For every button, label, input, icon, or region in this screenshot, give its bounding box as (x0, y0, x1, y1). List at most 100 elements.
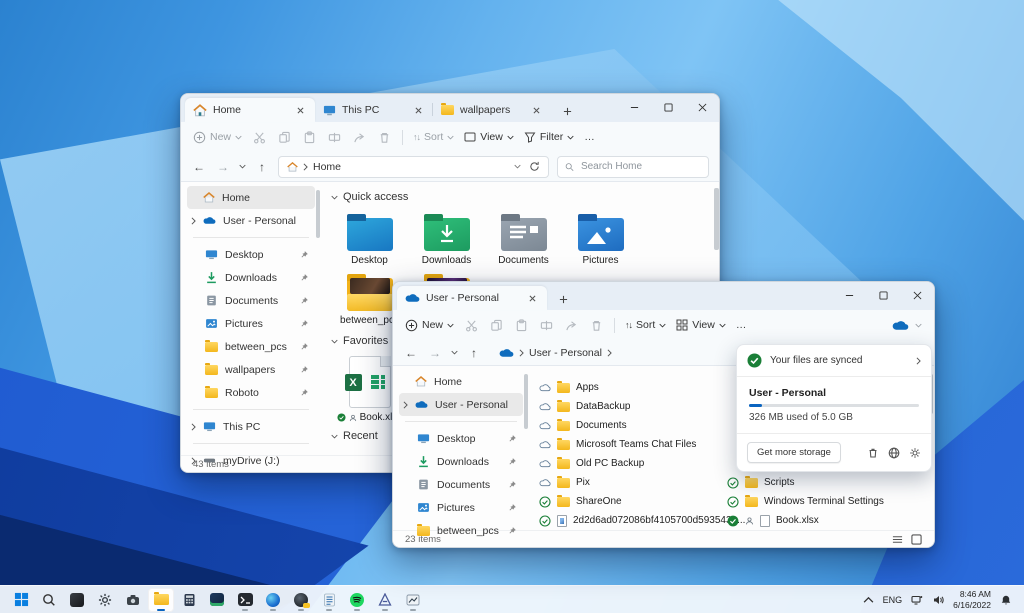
recent-locations-icon[interactable] (239, 164, 246, 169)
sidebar-item-pictures[interactable]: Pictures (187, 312, 315, 335)
sidebar-item-this-pc[interactable]: This PC (187, 415, 315, 438)
globe-icon[interactable] (888, 447, 900, 459)
folder-item-downloads[interactable]: Downloads (408, 206, 485, 266)
file-row[interactable]: Windows Terminal Settings (727, 492, 884, 511)
taskbar-photos-app[interactable] (64, 588, 90, 612)
view-button[interactable]: View (676, 319, 726, 331)
tab-user-personal[interactable]: User - Personal (397, 286, 547, 310)
delete-icon[interactable] (589, 318, 604, 333)
expand-chevron-icon[interactable] (191, 217, 196, 225)
file-row[interactable]: DataBackup (539, 397, 630, 416)
thumbnails-view-icon[interactable] (911, 534, 922, 545)
filter-button[interactable]: Filter (524, 131, 574, 143)
taskbar-search-button[interactable] (36, 588, 62, 612)
share-icon[interactable] (352, 130, 367, 145)
taskbar-settings-app[interactable] (92, 588, 118, 612)
details-view-icon[interactable] (892, 534, 903, 545)
section-quick-access[interactable]: Quick access (331, 188, 709, 206)
sidebar-item-home[interactable]: Home (187, 186, 315, 209)
taskbar-spotify-app[interactable] (344, 588, 370, 612)
sidebar-item-between-pcs[interactable]: between_pcs (399, 519, 523, 542)
sort-button[interactable]: ↑↓ Sort (413, 131, 454, 143)
tab-close-icon[interactable] (411, 103, 425, 117)
sidebar-item-downloads[interactable]: Downloads (399, 450, 523, 473)
more-button[interactable]: … (584, 131, 595, 143)
breadcrumb[interactable]: User - Personal (529, 347, 602, 359)
content-scrollbar[interactable] (714, 188, 719, 250)
recycle-bin-icon[interactable] (867, 447, 879, 459)
sort-button[interactable]: ↑↓ Sort (625, 319, 666, 331)
cut-icon[interactable] (464, 318, 479, 333)
close-button[interactable] (900, 282, 934, 308)
file-row[interactable]: Book.xlsx (727, 511, 819, 530)
sidebar-item-documents[interactable]: Documents (399, 473, 523, 496)
expand-chevron-icon[interactable] (403, 401, 408, 409)
sidebar-item-onedrive[interactable]: User - Personal (187, 209, 315, 232)
share-icon[interactable] (564, 318, 579, 333)
tab-close-icon[interactable] (525, 291, 539, 305)
forward-icon[interactable]: → (215, 160, 231, 174)
file-row[interactable]: Apps (539, 378, 599, 397)
new-button[interactable]: New (405, 319, 454, 332)
file-row[interactable]: Documents (539, 416, 627, 435)
taskbar-calculator-app[interactable] (176, 588, 202, 612)
close-button[interactable] (685, 94, 719, 120)
tab-this-pc[interactable]: This PC (315, 98, 433, 122)
file-row[interactable]: Old PC Backup (539, 454, 644, 473)
taskbar-terminal-app[interactable] (232, 588, 258, 612)
maximize-button[interactable] (866, 282, 900, 308)
back-icon[interactable]: ← (191, 160, 207, 174)
taskbar-file-explorer[interactable] (148, 588, 174, 612)
tab-close-icon[interactable] (293, 103, 307, 117)
taskbar-media-app[interactable] (400, 588, 426, 612)
sidebar-item-mydrive[interactable]: myDrive (J:) (187, 449, 315, 472)
back-icon[interactable]: ← (403, 346, 419, 360)
minimize-button[interactable] (832, 282, 866, 308)
view-button[interactable]: View (464, 131, 514, 143)
file-row[interactable]: 2d2d6ad072086bf4105700d5935439... (539, 511, 745, 530)
file-row[interactable]: Pix (539, 473, 590, 492)
sidebar-item-desktop[interactable]: Desktop (399, 427, 523, 450)
search-input[interactable] (579, 160, 701, 173)
tab-close-icon[interactable] (529, 103, 543, 117)
expand-chevron-icon[interactable] (191, 423, 196, 431)
volume-icon[interactable] (932, 594, 944, 606)
cut-icon[interactable] (252, 130, 267, 145)
search-box[interactable] (557, 156, 709, 178)
taskbar-paint-app[interactable] (372, 588, 398, 612)
sidebar-item-between-pcs[interactable]: between_pcs (187, 335, 315, 358)
hidden-icons-chevron[interactable] (863, 596, 874, 604)
new-tab-button[interactable] (555, 100, 579, 122)
sidebar-item-desktop[interactable]: Desktop (187, 243, 315, 266)
sidebar-scrollbar[interactable] (524, 374, 528, 429)
taskbar-edge-browser[interactable] (260, 588, 286, 612)
file-row[interactable]: ShareOne (539, 492, 622, 511)
sidebar-scrollbar[interactable] (316, 190, 320, 238)
recent-locations-icon[interactable] (451, 350, 458, 355)
address-box[interactable]: Home (278, 156, 549, 178)
taskbar-camera-app[interactable] (120, 588, 146, 612)
paste-icon[interactable] (302, 130, 317, 145)
minimize-button[interactable] (617, 94, 651, 120)
language-indicator[interactable]: ENG (883, 595, 903, 605)
address-box[interactable]: User - Personal (490, 342, 724, 364)
more-button[interactable]: … (736, 319, 747, 331)
taskbar-notes-app[interactable] (316, 588, 342, 612)
taskbar-office-app[interactable] (204, 588, 230, 612)
network-icon[interactable] (911, 594, 923, 606)
file-row[interactable]: Scripts (727, 473, 795, 492)
expand-chevron-icon[interactable] (191, 457, 196, 465)
folder-item-documents[interactable]: Documents (485, 206, 562, 266)
taskbar-chrome-browser[interactable] (288, 588, 314, 612)
new-tab-button[interactable] (551, 288, 575, 310)
up-icon[interactable]: ↑ (466, 346, 482, 360)
tab-home[interactable]: Home (185, 98, 315, 122)
delete-icon[interactable] (377, 130, 392, 145)
sidebar-item-onedrive[interactable]: User - Personal (399, 393, 523, 416)
get-more-storage-button[interactable]: Get more storage (747, 442, 841, 463)
up-icon[interactable]: ↑ (254, 160, 270, 174)
taskbar-clock[interactable]: 8:46 AM 6/16/2022 (953, 589, 991, 610)
sidebar-item-downloads[interactable]: Downloads (187, 266, 315, 289)
folder-item-desktop[interactable]: Desktop (331, 206, 408, 266)
sidebar-item-pictures[interactable]: Pictures (399, 496, 523, 519)
